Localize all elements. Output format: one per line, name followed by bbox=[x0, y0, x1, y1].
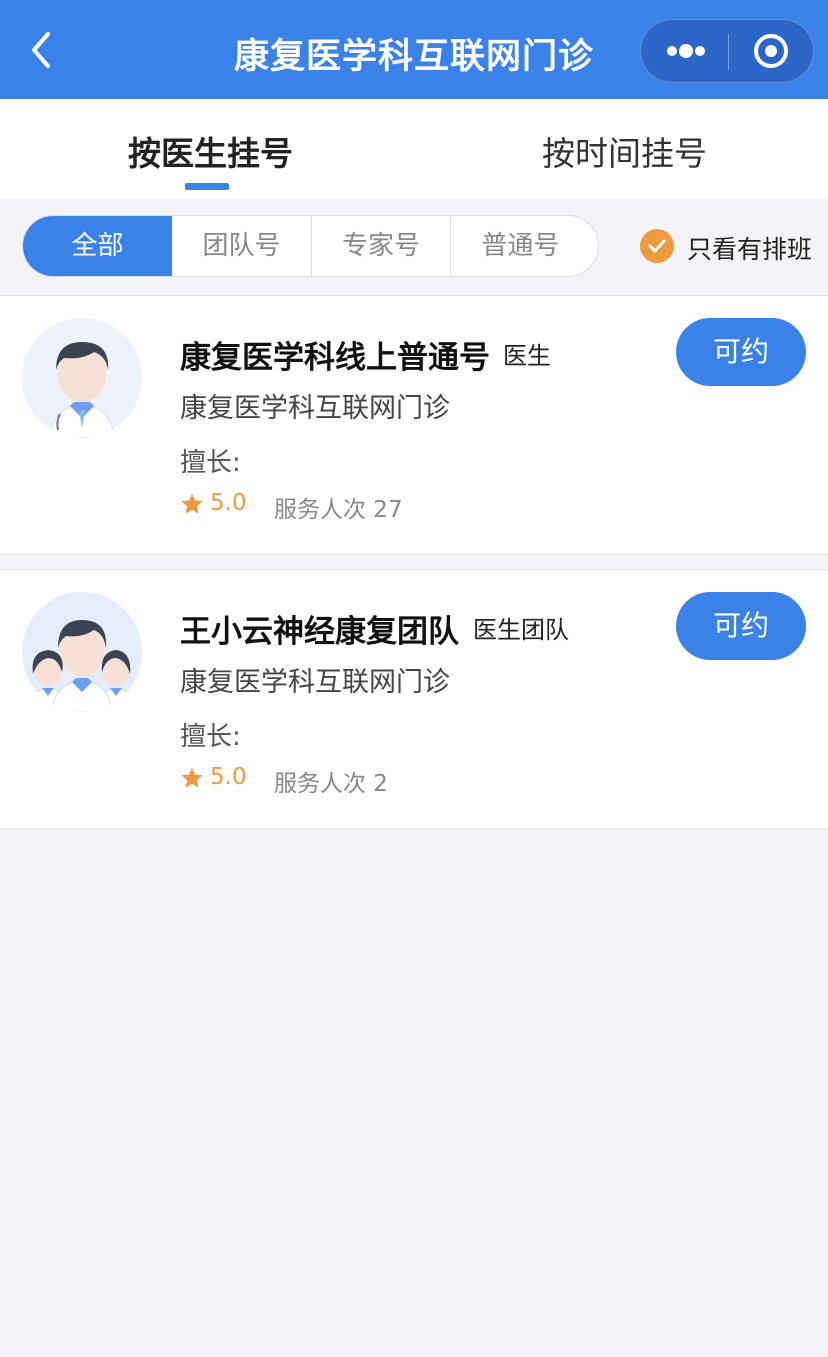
served-count: 服务人次 27 bbox=[274, 497, 403, 523]
segment-expert[interactable]: 专家号 bbox=[312, 216, 450, 276]
doctor-card[interactable]: 王小云神经康复团队 医生团队 康复医学科互联网门诊 擅长: 5.0 服务人次 2… bbox=[0, 569, 828, 829]
only-scheduled-label: 只看有排班 bbox=[687, 235, 813, 264]
doctor-department: 康复医学科互联网门诊 bbox=[180, 667, 450, 698]
doctor-avatar bbox=[22, 318, 142, 438]
segment-control: 全部 团队号 专家号 普通号 bbox=[22, 215, 599, 277]
segment-regular[interactable]: 普通号 bbox=[451, 216, 590, 276]
more-button[interactable] bbox=[641, 20, 728, 82]
checkmark-icon bbox=[640, 229, 674, 263]
target-close-icon bbox=[754, 34, 788, 68]
team-name: 王小云神经康复团队 bbox=[180, 614, 459, 650]
tab-by-doctor[interactable]: 按医生挂号 bbox=[128, 127, 293, 175]
book-button[interactable]: 可约 bbox=[676, 318, 806, 386]
doctor-skill: 擅长: bbox=[180, 722, 241, 752]
navbar: 康复医学科互联网门诊 bbox=[0, 0, 828, 99]
rating-value: 5.0 bbox=[210, 764, 247, 790]
more-dots-icon bbox=[667, 44, 705, 58]
close-button[interactable] bbox=[729, 20, 815, 82]
doctor-name: 康复医学科线上普通号 bbox=[180, 340, 490, 376]
doctor-type-tag: 医生团队 bbox=[473, 616, 569, 644]
tab-by-time[interactable]: 按时间挂号 bbox=[542, 127, 707, 175]
doctor-card[interactable]: 康复医学科线上普通号 医生 康复医学科互联网门诊 擅长: 5.0 服务人次 27… bbox=[0, 295, 828, 555]
doctor-skill: 擅长: bbox=[180, 448, 241, 478]
rating-value: 5.0 bbox=[210, 490, 247, 516]
team-avatar bbox=[22, 592, 142, 712]
book-button[interactable]: 可约 bbox=[676, 592, 806, 660]
segment-all[interactable]: 全部 bbox=[23, 216, 172, 276]
mini-program-capsule bbox=[640, 19, 814, 83]
star-icon bbox=[181, 767, 203, 788]
star-icon bbox=[181, 493, 203, 514]
served-count: 服务人次 2 bbox=[274, 771, 388, 797]
active-tab-indicator bbox=[185, 183, 229, 190]
tab-bar: 按医生挂号 按时间挂号 bbox=[0, 99, 828, 199]
doctor-department: 康复医学科互联网门诊 bbox=[180, 393, 450, 424]
segment-team[interactable]: 团队号 bbox=[172, 216, 311, 276]
filter-bar: 全部 团队号 专家号 普通号 只看有排班 bbox=[0, 199, 828, 295]
doctor-type-tag: 医生 bbox=[503, 342, 551, 370]
